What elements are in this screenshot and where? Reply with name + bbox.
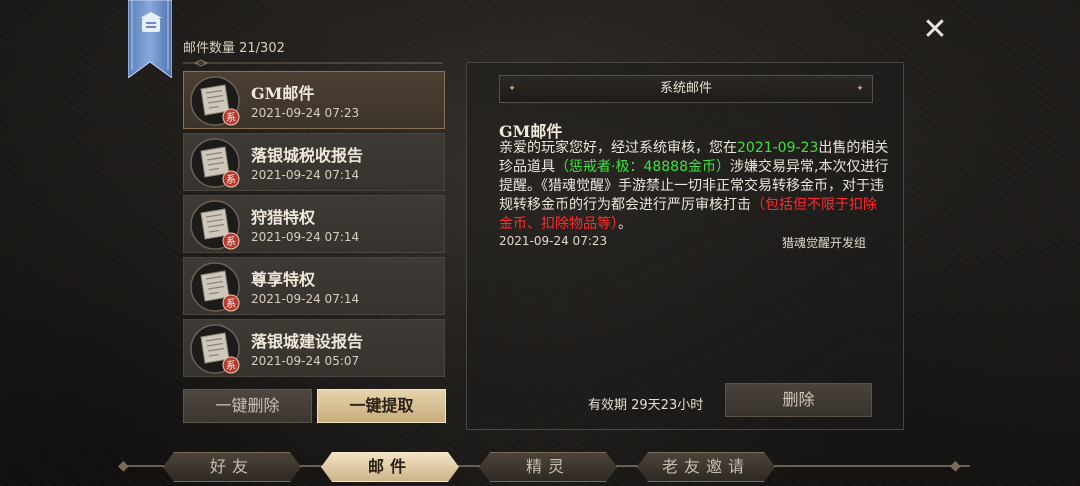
- body-item-highlight: （惩戒者·极：48888金币）: [555, 159, 730, 175]
- scroll-letter-icon: 系: [189, 137, 241, 189]
- mail-item[interactable]: 系 GM邮件 2021-09-24 07:23: [183, 71, 445, 129]
- mail-date: 2021-09-24 05:07: [251, 354, 360, 368]
- mail-item[interactable]: 系 落银城建设报告 2021-09-24 05:07: [183, 319, 445, 377]
- bottom-tab-bar: ◆ ◆ 好友 邮件 精灵 老友邀请: [0, 448, 1080, 486]
- tab-invite-old-friends[interactable]: 老友邀请: [637, 452, 775, 482]
- mail-list: 系 GM邮件 2021-09-24 07:23 系 落银城税收报告 2021-0…: [183, 71, 445, 381]
- ornament-icon: ◆: [118, 458, 129, 474]
- close-button[interactable]: ✕: [920, 15, 950, 45]
- delete-button[interactable]: 删除: [725, 383, 872, 417]
- delete-all-button[interactable]: 一键删除: [183, 389, 312, 423]
- mail-item[interactable]: 系 落银城税收报告 2021-09-24 07:14: [183, 133, 445, 191]
- scroll-letter-icon: 系: [189, 75, 241, 127]
- body-text: 亲爱的玩家您好，经过系统审核，您在: [499, 140, 737, 156]
- divider-ornament: [183, 59, 443, 67]
- mail-count-label: 邮件数量 21/302: [183, 41, 285, 56]
- tab-friends[interactable]: 好友: [163, 452, 301, 482]
- mail-title: 落银城建设报告: [251, 332, 364, 351]
- mail-item[interactable]: 系 狩猎特权 2021-09-24 07:14: [183, 195, 445, 253]
- detail-sender: 猎魂觉醒开发组: [782, 236, 867, 250]
- detail-header-label: 系统邮件: [659, 81, 712, 96]
- detail-date: 2021-09-24 07:23: [499, 234, 608, 248]
- close-icon: ✕: [922, 12, 948, 47]
- detail-header: ✦ 系统邮件 ✦: [499, 75, 873, 103]
- ornament-icon: ◆: [950, 458, 961, 474]
- tab-sprite[interactable]: 精灵: [479, 452, 617, 482]
- mail-date: 2021-09-24 07:14: [251, 168, 360, 182]
- body-date-highlight: 2021-09-23: [737, 140, 819, 156]
- ornament-icon: ✦: [856, 84, 864, 94]
- svg-text:系: 系: [226, 298, 236, 310]
- detail-body: 亲爱的玩家您好，经过系统审核，您在2021-09-23出售的相关珍品道具（惩戒者…: [499, 139, 889, 234]
- svg-text:系: 系: [226, 360, 236, 372]
- scroll-letter-icon: 系: [189, 261, 241, 313]
- svg-text:系: 系: [226, 174, 236, 186]
- tab-mail[interactable]: 邮件: [321, 452, 459, 482]
- svg-text:系: 系: [226, 236, 236, 248]
- mail-banner-icon: [128, 0, 172, 78]
- expiry-label: 有效期 29天23小时: [588, 398, 704, 413]
- mail-title: 落银城税收报告: [251, 146, 364, 165]
- mail-date: 2021-09-24 07:14: [251, 292, 360, 306]
- mail-title: GM邮件: [251, 84, 315, 103]
- mail-date: 2021-09-24 07:14: [251, 230, 360, 244]
- mail-title: 尊享特权: [251, 270, 316, 289]
- mail-date: 2021-09-24 07:23: [251, 106, 360, 120]
- mail-item[interactable]: 系 尊享特权 2021-09-24 07:14: [183, 257, 445, 315]
- scroll-letter-icon: 系: [189, 323, 241, 375]
- scroll-letter-icon: 系: [189, 199, 241, 251]
- ornament-icon: ✦: [508, 84, 516, 94]
- body-text: 。: [618, 216, 632, 232]
- mail-title: 狩猎特权: [251, 208, 316, 227]
- svg-text:系: 系: [226, 112, 236, 124]
- claim-all-button[interactable]: 一键提取: [317, 389, 446, 423]
